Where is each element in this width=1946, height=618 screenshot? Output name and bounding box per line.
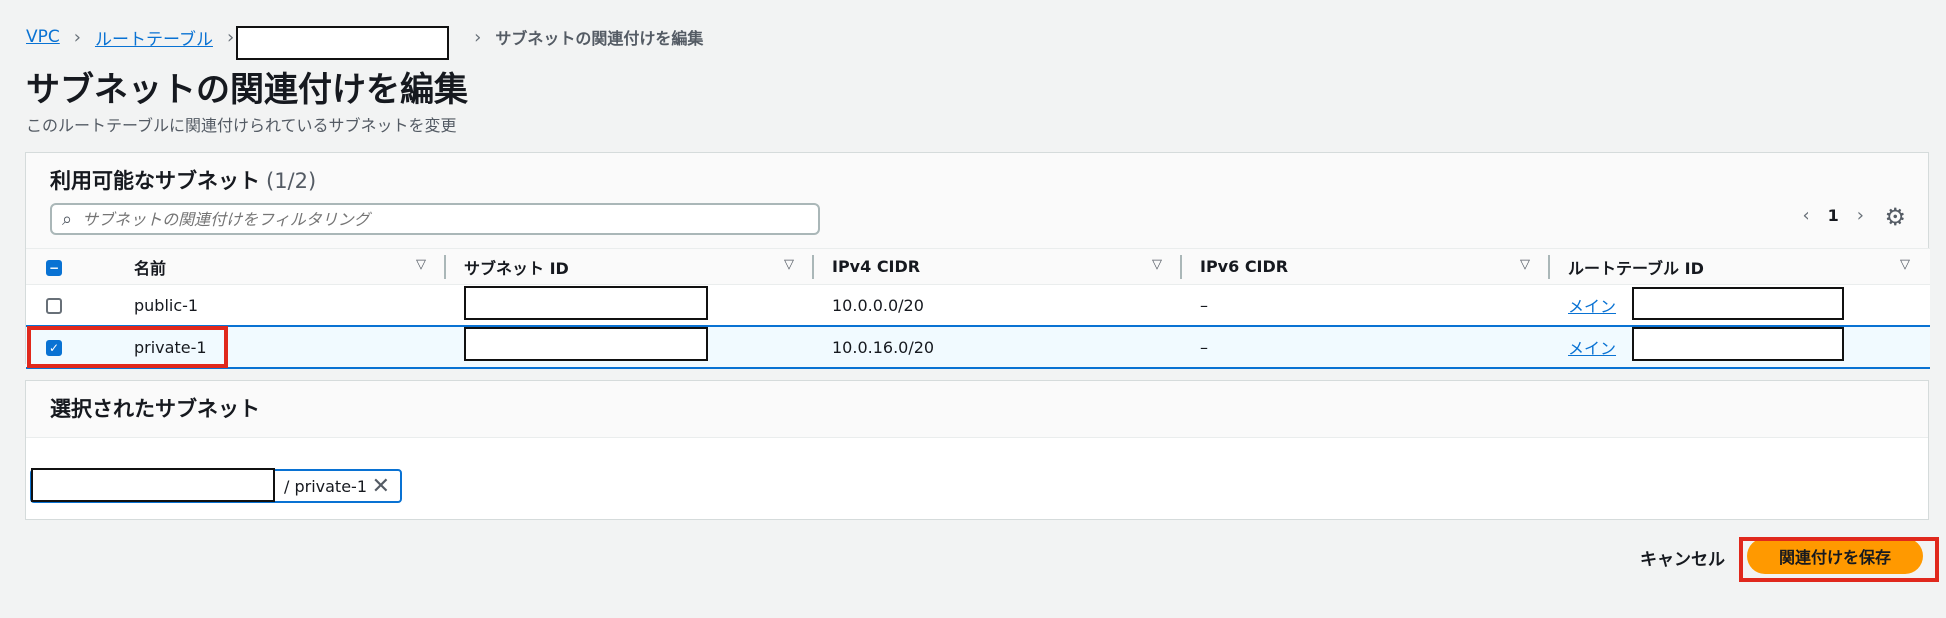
- cancel-button[interactable]: キャンセル: [1640, 545, 1725, 570]
- sort-down-icon[interactable]: ▽: [1152, 257, 1162, 272]
- selected-subnets-panel: 選択されたサブネット / private-1 ✕: [25, 380, 1929, 520]
- redacted-subnet-id: [464, 286, 708, 320]
- ipv6-cidr: –: [1182, 284, 1550, 327]
- subnet-name: private-1: [88, 325, 446, 369]
- route-table-main-link[interactable]: メイン: [1568, 339, 1616, 358]
- subnet-name: public-1: [88, 284, 446, 327]
- redacted-route-table-id: [236, 26, 449, 60]
- route-table-main-link[interactable]: メイン: [1568, 297, 1616, 316]
- sort-down-icon[interactable]: ▽: [1900, 257, 1910, 272]
- ipv6-cidr: –: [1182, 325, 1550, 369]
- search-input[interactable]: [80, 208, 818, 230]
- token-label: / private-1: [284, 476, 367, 496]
- column-header-ipv6-cidr[interactable]: IPv6 CIDR ▽: [1182, 248, 1550, 285]
- row-checkbox[interactable]: ✓: [46, 340, 62, 356]
- redacted-route-table-id: [1632, 287, 1844, 320]
- table-header-row: − 名前 ▽ サブネット ID ▽ IPv4 CIDR ▽ IPv6 CIDR …: [26, 248, 1930, 285]
- select-all-cell: −: [26, 248, 88, 285]
- breadcrumb-vpc-link[interactable]: VPC: [26, 27, 60, 47]
- ipv4-cidr: 10.0.0.0/20: [814, 284, 1182, 327]
- redacted-subnet-id: [464, 327, 708, 361]
- column-header-route-table-id[interactable]: ルートテーブル ID ▽: [1550, 248, 1930, 285]
- breadcrumb-current: サブネットの関連付けを編集: [495, 29, 704, 48]
- column-label: サブネット ID: [464, 258, 569, 278]
- selected-subnets-header: 選択されたサブネット: [26, 381, 1928, 438]
- close-icon[interactable]: ✕: [372, 474, 390, 499]
- ipv4-cidr: 10.0.16.0/20: [814, 325, 1182, 369]
- select-all-checkbox[interactable]: −: [46, 259, 62, 276]
- previous-page-icon[interactable]: ‹: [1802, 205, 1809, 226]
- chevron-right-icon: ›: [226, 26, 235, 48]
- available-subnets-heading: 利用可能なサブネット (1/2): [50, 165, 316, 195]
- available-subnets-title: 利用可能なサブネット: [50, 169, 260, 193]
- redacted-subnet-id: [31, 468, 275, 502]
- search-icon: ⌕: [62, 208, 73, 230]
- page-description: このルートテーブルに関連付けられているサブネットを変更: [26, 116, 457, 135]
- selection-count: (1/2): [266, 169, 317, 193]
- column-header-subnet-id[interactable]: サブネット ID ▽: [446, 248, 814, 285]
- row-select-cell: [26, 284, 88, 327]
- column-label: IPv6 CIDR: [1200, 257, 1289, 276]
- sort-down-icon[interactable]: ▽: [416, 257, 426, 272]
- column-header-ipv4-cidr[interactable]: IPv4 CIDR ▽: [814, 248, 1182, 285]
- selected-subnets-title: 選択されたサブネット: [50, 397, 260, 421]
- gear-icon[interactable]: ⚙: [1884, 203, 1906, 231]
- subnet-filter-search[interactable]: ⌕: [50, 203, 820, 235]
- next-page-icon[interactable]: ›: [1857, 205, 1864, 226]
- column-header-name[interactable]: 名前 ▽: [88, 248, 446, 285]
- save-associations-button[interactable]: 関連付けを保存: [1747, 538, 1923, 574]
- breadcrumb-route-tables-link[interactable]: ルートテーブル: [95, 25, 213, 50]
- column-label: ルートテーブル ID: [1568, 258, 1704, 278]
- row-select-cell: ✓: [26, 325, 88, 369]
- column-label: 名前: [134, 258, 167, 278]
- redacted-route-table-id: [1632, 327, 1844, 361]
- column-label: IPv4 CIDR: [832, 257, 921, 276]
- pagination: ‹ 1 ›: [1802, 205, 1864, 226]
- row-checkbox[interactable]: [46, 298, 62, 314]
- chevron-right-icon: ›: [474, 26, 482, 48]
- chevron-right-icon: ›: [73, 26, 81, 48]
- page-title: サブネットの関連付けを編集: [26, 70, 468, 110]
- sort-down-icon[interactable]: ▽: [784, 257, 794, 272]
- sort-down-icon[interactable]: ▽: [1520, 257, 1530, 272]
- page-number[interactable]: 1: [1828, 206, 1839, 225]
